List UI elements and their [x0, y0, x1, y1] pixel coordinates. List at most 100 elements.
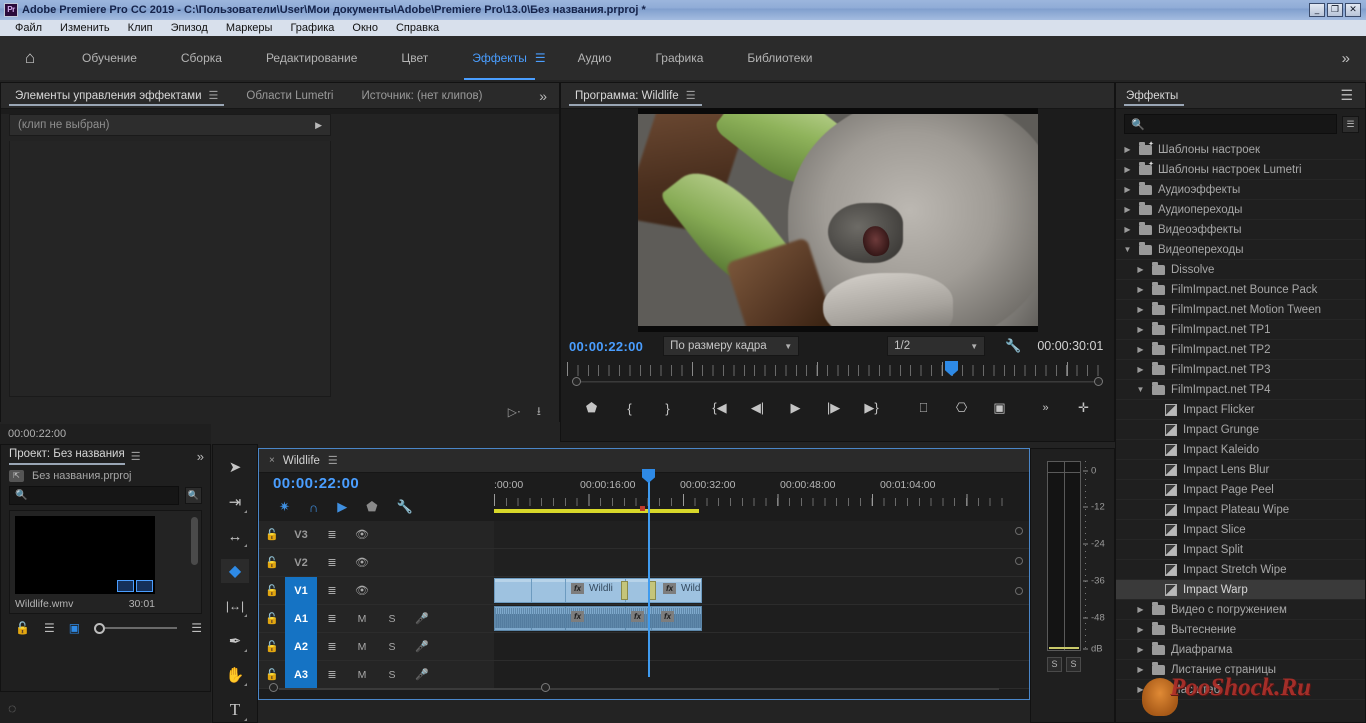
solo-button[interactable]: S	[377, 669, 407, 681]
effects-tree-row[interactable]: Impact Stretch Wipe	[1116, 560, 1365, 580]
menu-item-clip[interactable]: Клип	[119, 22, 162, 34]
scroll-handle-left[interactable]	[269, 683, 278, 692]
project-panel-burger-icon[interactable]: ☰	[131, 450, 141, 463]
lock-icon[interactable]: 🔓	[15, 621, 30, 635]
timeline-playhead-timecode[interactable]: 00:00:22:00	[273, 475, 359, 492]
solo-button-right[interactable]: S	[1066, 657, 1081, 672]
chevron-right-icon[interactable]: ▶	[1122, 205, 1133, 214]
menu-item-help[interactable]: Справка	[387, 22, 448, 34]
track-name-a1[interactable]: A1	[285, 604, 317, 633]
sequence-settings-icon[interactable]: ✷	[279, 499, 290, 515]
zoom-slider-handle[interactable]	[94, 622, 106, 634]
hand-tool[interactable]: ✋	[221, 664, 249, 688]
project-search-field[interactable]: 🔍	[9, 486, 179, 505]
track-content-a2[interactable]	[494, 633, 1029, 660]
voice-over-icon[interactable]: 🎤	[407, 640, 437, 653]
scroll-handle-right[interactable]	[1094, 377, 1103, 386]
project-bin-area[interactable]: Wildlife.wmv 30:01	[9, 510, 202, 614]
chevron-down-icon[interactable]: ▼	[1135, 385, 1146, 394]
go-to-out-button[interactable]: ▶}	[863, 400, 881, 416]
effects-tree-row[interactable]: ▶ Листание страницы	[1116, 660, 1365, 680]
timeline-ruler[interactable]: :00:00 00:00:16:00 00:00:32:00 00:00:48:…	[494, 473, 1007, 521]
program-current-timecode[interactable]: 00:00:22:00	[569, 339, 643, 354]
timeline-horizontal-scrollbar[interactable]	[269, 683, 1009, 695]
razor-tool[interactable]: ◆	[221, 559, 249, 583]
snap-toggle-icon[interactable]: ∩	[309, 500, 318, 515]
zoom-slider[interactable]	[94, 622, 178, 634]
track-content-v2[interactable]	[494, 549, 1029, 576]
home-icon[interactable]: ⌂	[0, 48, 60, 68]
effects-tree-row[interactable]: ▶ Шаблоны настроек Lumetri	[1116, 160, 1365, 180]
menu-item-window[interactable]: Окно	[343, 22, 387, 34]
sync-lock-icon[interactable]: ≣	[317, 668, 347, 681]
solo-button-left[interactable]: S	[1047, 657, 1062, 672]
voice-over-icon[interactable]: 🎤	[407, 612, 437, 625]
effects-tree-row[interactable]: Impact Plateau Wipe	[1116, 500, 1365, 520]
chevron-right-icon[interactable]: ▶	[315, 120, 322, 131]
sync-lock-icon[interactable]: ≣	[317, 528, 347, 541]
effects-tree-row[interactable]: Impact Kaleido	[1116, 440, 1365, 460]
selected-clip-bar[interactable]: (клип не выбран) ▶	[9, 114, 331, 136]
effects-tree-row[interactable]: Impact Split	[1116, 540, 1365, 560]
selection-tool[interactable]: ➤	[221, 455, 249, 479]
video-clip[interactable]: fx Wildli fx Wildli	[494, 578, 702, 603]
maximize-button[interactable]: ❐	[1327, 3, 1343, 17]
track-content-v3[interactable]	[494, 521, 1029, 548]
workspace-tab-learning[interactable]: Обучение	[60, 36, 159, 80]
chevron-right-icon[interactable]: ▶	[1135, 605, 1146, 614]
mute-button[interactable]: M	[347, 641, 377, 653]
menu-item-edit[interactable]: Изменить	[51, 22, 119, 34]
add-marker-button[interactable]: ⬟	[583, 400, 601, 416]
effects-tree-row[interactable]: ▼ Видеопереходы	[1116, 240, 1365, 260]
effects-tree-row[interactable]: ▶ Аудиопереходы	[1116, 200, 1365, 220]
solo-button[interactable]: S	[377, 613, 407, 625]
tab-burger-icon[interactable]: ☰	[209, 89, 219, 102]
step-forward-button[interactable]: |▶	[825, 400, 843, 416]
project-options-burger-icon[interactable]: ☰	[191, 621, 202, 635]
tab-effect-controls[interactable]: Элементы управления эффектами ☰	[1, 83, 232, 108]
sync-lock-icon[interactable]: ≣	[317, 556, 347, 569]
menu-item-file[interactable]: Файл	[6, 22, 51, 34]
effects-tree-row[interactable]: Impact Slice	[1116, 520, 1365, 540]
track-select-forward-tool[interactable]: ⇥	[221, 490, 249, 514]
sync-lock-icon[interactable]: ≣	[317, 584, 347, 597]
play-stop-button[interactable]: ▶	[787, 400, 805, 416]
track-name-v1[interactable]: V1	[285, 576, 317, 605]
lock-icon[interactable]: 🔓	[259, 584, 285, 597]
timeline-playhead[interactable]	[648, 469, 650, 677]
lift-button[interactable]: ⎕	[915, 400, 933, 416]
fit-zoom-select[interactable]: По размеру кадра ▼	[663, 336, 800, 356]
chevron-right-icon[interactable]: ▶	[1135, 365, 1146, 374]
effect-controls-overflow-icon[interactable]: »	[527, 83, 559, 108]
workspace-tab-audio[interactable]: Аудио	[556, 36, 634, 80]
effects-tree-list[interactable]: ▶ Шаблоны настроек ▶ Шаблоны настроек Lumet…	[1116, 140, 1365, 722]
effects-tree-row[interactable]: ▶ FilmImpact.net TP3	[1116, 360, 1365, 380]
tab-program-monitor[interactable]: Программа: Wildlife ☰	[561, 83, 710, 108]
transition-block[interactable]	[649, 581, 656, 600]
effects-tree-row[interactable]: Impact Grunge	[1116, 420, 1365, 440]
sequence-tab-label[interactable]: Wildlife	[283, 455, 320, 467]
track-header-a1[interactable]: 🔓 A1 ≣ M S 🎤	[259, 604, 494, 633]
handle-dot[interactable]	[1015, 557, 1023, 565]
effects-tree-row[interactable]: ▶ Видео с погружением	[1116, 600, 1365, 620]
go-to-in-button[interactable]: {◀	[711, 400, 729, 416]
effects-panel-burger-icon[interactable]: ☰	[1328, 83, 1365, 108]
audio-clip[interactable]: fx fx fx	[494, 606, 702, 631]
track-header-v3[interactable]: 🔓 V3 ≣ 👁	[259, 521, 494, 548]
program-monitor-scrollbar[interactable]	[570, 377, 1105, 387]
workspace-tab-editing[interactable]: Редактирование	[244, 36, 379, 80]
chevron-right-icon[interactable]: ▶	[1135, 285, 1146, 294]
menu-item-markers[interactable]: Маркеры	[217, 22, 282, 34]
chevron-right-icon[interactable]: ▶	[1135, 265, 1146, 274]
mute-button[interactable]: M	[347, 613, 377, 625]
effects-tree-row[interactable]: ▶ Dissolve	[1116, 260, 1365, 280]
mute-button[interactable]: M	[347, 669, 377, 681]
navigate-up-icon[interactable]: ⇱	[9, 470, 24, 482]
wrench-icon[interactable]: 🔧	[1005, 338, 1021, 354]
eye-icon[interactable]: 👁	[347, 528, 377, 541]
workspace-tab-color[interactable]: Цвет	[379, 36, 450, 80]
linked-selection-icon[interactable]: ▶	[337, 499, 347, 515]
timeline-burger-icon[interactable]: ☰	[328, 454, 338, 467]
tab-source-monitor[interactable]: Источник: (нет клипов)	[347, 83, 496, 108]
effects-tree-row[interactable]: ▶ FilmImpact.net TP1	[1116, 320, 1365, 340]
